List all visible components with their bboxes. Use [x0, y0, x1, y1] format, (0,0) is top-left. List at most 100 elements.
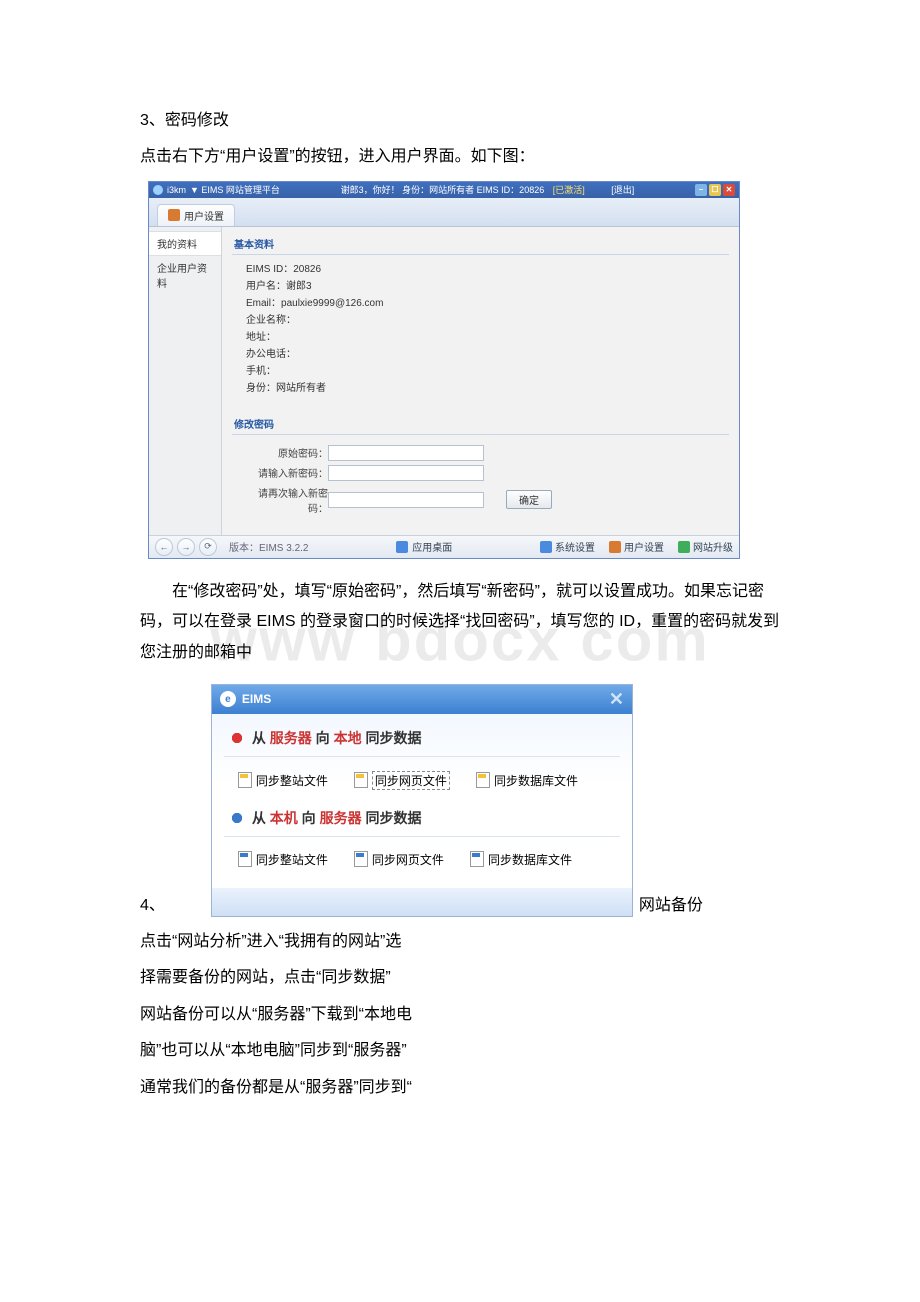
sidebar-item-my-profile[interactable]: 我的资料: [149, 231, 221, 256]
file-icon: [470, 851, 484, 867]
sync-dialog: e EIMS ✕ 从 服务器 向 本地 同步数据 同步整站文件 同步网页文件 同: [211, 684, 633, 917]
nav-forward-icon[interactable]: →: [177, 538, 195, 556]
kv-tel: 办公电话：: [246, 346, 715, 363]
user-icon: [609, 541, 621, 553]
tab-user-settings[interactable]: 用户设置: [157, 204, 235, 226]
opt-label: 同步数据库文件: [494, 772, 578, 789]
kv-email: Email：paulxie9999@126.com: [246, 295, 715, 312]
minimize-icon[interactable]: –: [695, 184, 707, 196]
opt-label: 同步网页文件: [372, 771, 450, 790]
paragraph: 点击右下方“用户设置”的按钮，进入用户界面。如下图：: [140, 142, 780, 172]
opt-label: 同步整站文件: [256, 851, 328, 868]
dialog-close-icon[interactable]: ✕: [609, 689, 624, 710]
file-icon: [476, 772, 490, 788]
input-old-password[interactable]: [328, 445, 484, 461]
paragraph: 通常我们的备份都是从“服务器”同步到“: [140, 1073, 780, 1103]
opt-down-web[interactable]: 同步网页文件: [354, 771, 450, 790]
heading-3: 3、密码修改: [140, 106, 780, 136]
kv-address: 地址：: [246, 329, 715, 346]
opt-label: 同步网页文件: [372, 851, 444, 868]
t: 向: [312, 730, 334, 746]
dialog-logo-icon: e: [220, 691, 236, 707]
nav-back-icon[interactable]: ←: [155, 538, 173, 556]
close-icon[interactable]: ✕: [723, 184, 735, 196]
opt-up-web[interactable]: 同步网页文件: [354, 851, 444, 868]
t: 同步数据: [362, 730, 422, 746]
title-host: i3km: [167, 182, 186, 198]
basic-info: EIMS ID：20826 用户名：谢郎3 Email：paulxie9999@…: [232, 255, 729, 403]
paragraph: 择需要备份的网站，点击“同步数据”: [140, 963, 780, 993]
opt-up-all[interactable]: 同步整站文件: [238, 851, 328, 868]
refresh-icon[interactable]: ⟳: [199, 538, 217, 556]
t: 服务器: [270, 730, 312, 746]
opt-label: 同步整站文件: [256, 772, 328, 789]
paragraph: 在“修改密码”处，填写“原始密码”，然后填写“新密码”，就可以设置成功。如果忘记…: [140, 577, 780, 668]
sb-system-settings[interactable]: 系统设置: [540, 539, 595, 554]
t: 本地: [334, 730, 362, 746]
logout-link[interactable]: [退出]: [611, 185, 634, 195]
t: 同步数据: [362, 810, 422, 826]
dialog-footer: [212, 888, 632, 916]
t: 从: [252, 730, 270, 746]
sb-user-label: 用户设置: [624, 539, 664, 554]
section-basic-title: 基本资料: [232, 233, 729, 255]
tab-label: 用户设置: [184, 208, 224, 223]
t: 服务器: [320, 810, 362, 826]
upgrade-icon: [678, 541, 690, 553]
t: 本机: [270, 810, 298, 826]
title-user: 谢郎3，你好！ 身份：网站所有者 EIMS ID：20826: [341, 185, 545, 195]
kv-user: 用户名：谢郎3: [246, 278, 715, 295]
opt-down-db[interactable]: 同步数据库文件: [476, 771, 578, 790]
opt-down-all[interactable]: 同步整站文件: [238, 771, 328, 790]
version-label: 版本：EIMS 3.2.2: [229, 539, 308, 554]
app-window: i3km ▼ EIMS 网站管理平台 谢郎3，你好！ 身份：网站所有者 EIMS…: [148, 181, 740, 559]
activated-label: [已激活]: [553, 185, 585, 195]
sb-upgrade-label: 网站升级: [693, 539, 733, 554]
kv-id: EIMS ID：20826: [246, 261, 715, 278]
opt-label: 同步数据库文件: [488, 851, 572, 868]
dialog-titlebar: e EIMS ✕: [212, 685, 632, 714]
tabbar: 用户设置: [149, 198, 739, 227]
file-icon: [354, 772, 368, 788]
dialog-title: EIMS: [242, 692, 271, 706]
sync-heading-local-to-server: 从 本机 向 服务器 同步数据: [224, 804, 620, 837]
file-icon: [238, 851, 252, 867]
kv-company: 企业名称：: [246, 312, 715, 329]
sb-sys-label: 系统设置: [555, 539, 595, 554]
t: 向: [298, 810, 320, 826]
sb-user-settings[interactable]: 用户设置: [609, 539, 664, 554]
desktop-icon: [396, 541, 408, 553]
gear-icon: [540, 541, 552, 553]
section-password-title: 修改密码: [232, 413, 729, 435]
label-old-password: 原始密码：: [242, 445, 328, 460]
statusbar: ← → ⟳ 版本：EIMS 3.2.2 应用桌面 系统设置 用户设置 网站升级: [149, 535, 739, 558]
sb-site-upgrade[interactable]: 网站升级: [678, 539, 733, 554]
heading-4-number: 4、: [140, 891, 165, 921]
paragraph: 点击“网站分析”进入“我拥有的网站”选: [140, 927, 780, 957]
opt-up-db[interactable]: 同步数据库文件: [470, 851, 572, 868]
upload-icon: [228, 809, 246, 827]
confirm-button[interactable]: 确定: [506, 490, 552, 509]
download-icon: [228, 729, 246, 747]
kv-mobile: 手机：: [246, 363, 715, 380]
paragraph: 脑”也可以从“本地电脑”同步到“服务器”: [140, 1036, 780, 1066]
label-new-password: 请输入新密码：: [242, 465, 328, 480]
maximize-icon[interactable]: ☐: [709, 184, 721, 196]
titlebar: i3km ▼ EIMS 网站管理平台 谢郎3，你好！ 身份：网站所有者 EIMS…: [149, 182, 739, 198]
t: 从: [252, 810, 270, 826]
user-settings-icon: [168, 209, 180, 221]
sb-desktop[interactable]: 应用桌面: [412, 539, 452, 554]
app-logo-icon: [153, 185, 163, 195]
sidebar-item-enterprise[interactable]: 企业用户资料: [149, 256, 221, 294]
file-icon: [238, 772, 252, 788]
heading-4-tail: 网站备份: [639, 891, 703, 921]
sidebar: 我的资料 企业用户资料: [149, 227, 222, 535]
main-panel: 基本资料 EIMS ID：20826 用户名：谢郎3 Email：paulxie…: [222, 227, 739, 535]
input-new-password2[interactable]: [328, 492, 484, 508]
label-new-password2: 请再次输入新密码：: [242, 485, 328, 515]
kv-role: 身份：网站所有者: [246, 380, 715, 397]
file-icon: [354, 851, 368, 867]
input-new-password[interactable]: [328, 465, 484, 481]
sync-heading-server-to-local: 从 服务器 向 本地 同步数据: [224, 724, 620, 757]
paragraph: 网站备份可以从“服务器”下载到“本地电: [140, 1000, 780, 1030]
